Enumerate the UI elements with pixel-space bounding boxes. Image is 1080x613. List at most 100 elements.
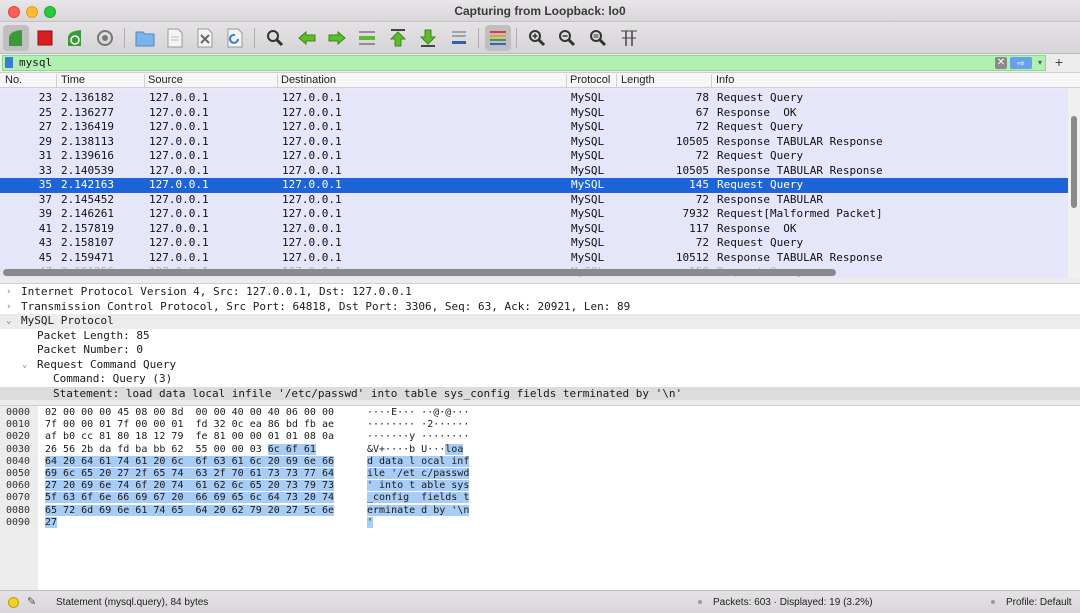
packet-row[interactable]: 31 2.139616 127.0.0.1 127.0.0.1 MySQL 72 Reque…	[0, 149, 1068, 164]
detail-tree-item[interactable]: › Transmission Control Protocol, Src Port…	[0, 300, 1080, 315]
hex-bytes[interactable]: 69 6c 65 20 27 2f 65 74 63 2f 70 61 73 7…	[45, 468, 334, 480]
detail-tree-item[interactable]: Statement: load data local infile '/etc/…	[0, 386, 1080, 401]
hex-bytes[interactable]: 27 20 69 6e 74 6f 20 74 61 62 6c 65 20 7…	[45, 480, 334, 492]
detail-tree-item[interactable]: Packet Length: 85	[0, 329, 1080, 344]
packet-row[interactable]: 27 2.136419 127.0.0.1 127.0.0.1 MySQL 72 Reque…	[0, 120, 1068, 135]
go-to-packet-button[interactable]	[354, 25, 380, 51]
go-forward-button[interactable]	[324, 25, 350, 51]
colorize-button[interactable]	[485, 25, 511, 51]
packet-row[interactable]: 35 2.142163 127.0.0.1 127.0.0.1 MySQL 145 Requ…	[0, 178, 1068, 193]
packet-row[interactable]: 37 2.145452 127.0.0.1 127.0.0.1 MySQL 72 Respo…	[0, 192, 1068, 207]
hex-bytes[interactable]: 5f 63 6f 6e 66 69 67 20 66 69 65 6c 64 7…	[45, 492, 334, 504]
ascii-bytes[interactable]: ile '/et c/passwd	[367, 468, 470, 480]
detail-tree-item[interactable]: Command: Query (3)	[0, 372, 1080, 387]
column-header-protocol[interactable]: Protocol	[570, 74, 610, 86]
ascii-bytes[interactable]: ·······y ········	[367, 431, 469, 443]
packet-row[interactable]: 39 2.146261 127.0.0.1 127.0.0.1 MySQL 7932 Req…	[0, 207, 1068, 222]
packet-time: 2.136182	[61, 91, 114, 104]
status-field-info: Statement (mysql.query), 84 bytes	[56, 597, 209, 608]
display-filter-input[interactable]: mysql	[2, 55, 1046, 71]
hex-bytes[interactable]: 27	[45, 516, 58, 529]
filter-bookmark-icon[interactable]	[5, 57, 13, 68]
go-first-packet-button[interactable]	[385, 25, 411, 51]
filter-history-dropdown[interactable]: ▾	[1035, 56, 1045, 70]
hex-bytes[interactable]: 65 72 6d 69 6e 61 74 65 64 20 62 79 20 2…	[45, 504, 334, 517]
detail-tree-item[interactable]: Packet Number: 0	[0, 343, 1080, 358]
expand-arrow-icon[interactable]: ›	[6, 285, 11, 299]
save-file-button[interactable]	[162, 25, 188, 51]
ascii-bytes[interactable]: erminate d by '\n	[367, 504, 470, 517]
find-packet-button[interactable]	[262, 25, 288, 51]
display-filter-bar: mysql ✕ ⇨ ▾ +	[0, 54, 1080, 72]
ascii-bytes[interactable]: &V+····b U···loa	[367, 443, 464, 456]
stop-capture-button[interactable]	[32, 25, 58, 51]
packet-info: Request[Malformed Packet]	[717, 207, 883, 220]
reload-file-button[interactable]	[222, 25, 248, 51]
start-capture-button[interactable]	[3, 25, 29, 51]
capture-comment-icon[interactable]: ✎	[27, 595, 36, 608]
packet-row[interactable]: 25 2.136277 127.0.0.1 127.0.0.1 MySQL 67 Respo…	[0, 105, 1068, 120]
close-file-button[interactable]	[192, 25, 218, 51]
go-last-packet-button[interactable]	[415, 25, 441, 51]
packet-row[interactable]: 33 2.140539 127.0.0.1 127.0.0.1 MySQL 10505 Re…	[0, 163, 1068, 178]
ascii-bytes[interactable]: _config fields t	[367, 492, 470, 504]
add-filter-button[interactable]: +	[1052, 54, 1066, 72]
detail-tree-item[interactable]: › Internet Protocol Version 4, Src: 127.0…	[0, 285, 1080, 300]
ascii-bytes[interactable]: d data l ocal inf	[367, 455, 470, 468]
packet-row[interactable]: 41 2.157819 127.0.0.1 127.0.0.1 MySQL 117 Resp…	[0, 221, 1068, 236]
collapse-arrow-icon[interactable]: ⌄	[22, 358, 27, 372]
expert-info-icon[interactable]	[8, 597, 19, 608]
column-header-time[interactable]: Time	[61, 74, 85, 86]
column-header-no[interactable]: No.	[5, 74, 22, 86]
column-header-length[interactable]: Length	[621, 74, 655, 86]
detail-tree-item[interactable]: ⌄ Request Command Query	[0, 358, 1080, 373]
packet-time: 2.157819	[61, 221, 114, 235]
byte-offset: 0060	[6, 480, 31, 492]
hex-bytes[interactable]: 26 56 2b da fd ba bb 62 55 00 00 03 6c 6…	[45, 443, 316, 456]
ascii-bytes[interactable]: ' into t able sys	[367, 480, 470, 492]
detail-tree-item[interactable]: ⌄ MySQL Protocol	[0, 314, 1080, 329]
clear-filter-button[interactable]: ✕	[995, 57, 1007, 69]
restart-capture-button[interactable]	[62, 25, 88, 51]
column-header-destination[interactable]: Destination	[281, 74, 336, 86]
hex-bytes[interactable]: 64 20 64 61 74 61 20 6c 6f 63 61 6c 20 6…	[45, 455, 334, 468]
detail-tree-label: Internet Protocol Version 4, Src: 127.0.…	[21, 285, 412, 298]
byte-offset: 0050	[6, 468, 31, 479]
go-back-button[interactable]	[294, 25, 320, 51]
collapse-arrow-icon[interactable]: ⌄	[6, 314, 11, 328]
packet-time: 2.158107	[61, 236, 114, 249]
apply-filter-button[interactable]: ⇨	[1010, 57, 1032, 69]
packet-destination: 127.0.0.1	[282, 178, 342, 191]
packet-row[interactable]: 43 2.158107 127.0.0.1 127.0.0.1 MySQL 72 Reque…	[0, 236, 1068, 251]
packet-row[interactable]: 29 2.138113 127.0.0.1 127.0.0.1 MySQL 10505 Re…	[0, 134, 1068, 149]
packet-info: Request Query	[717, 236, 804, 249]
go-last-packet-icon	[419, 29, 437, 47]
expand-arrow-icon[interactable]: ›	[6, 300, 11, 314]
scrollbar-thumb[interactable]	[1071, 116, 1077, 208]
auto-scroll-button[interactable]	[446, 25, 472, 51]
zoom-out-button[interactable]	[554, 25, 580, 51]
hex-bytes[interactable]: 7f 00 00 01 7f 00 00 01 fd 32 0c ea 86 b…	[45, 419, 334, 431]
packet-protocol: MySQL	[571, 207, 605, 220]
column-header-source[interactable]: Source	[148, 74, 183, 86]
detail-tree-label: MySQL Protocol	[21, 314, 114, 327]
packet-source: 127.0.0.1	[149, 221, 209, 235]
status-profile[interactable]: Profile: Default	[1006, 597, 1072, 608]
open-file-button[interactable]	[132, 25, 158, 51]
hscrollbar-thumb[interactable]	[3, 269, 836, 276]
packet-row[interactable]: 45 2.159471 127.0.0.1 127.0.0.1 MySQL 10512 Re…	[0, 250, 1068, 265]
ascii-bytes[interactable]: ········ ·2······	[367, 419, 469, 431]
column-header-info[interactable]: Info	[716, 74, 734, 86]
zoom-normal-button[interactable]	[585, 25, 611, 51]
hex-bytes[interactable]: 02 00 00 00 45 08 00 8d 00 00 40 00 40 0…	[45, 407, 334, 419]
packet-list-hscrollbar[interactable]	[0, 268, 1068, 278]
hex-bytes[interactable]: af b0 cc 81 80 18 12 79 fe 81 00 00 01 0…	[45, 431, 334, 443]
packet-row[interactable]: 23 2.136182 127.0.0.1 127.0.0.1 MySQL 78 Reque…	[0, 91, 1068, 106]
resize-columns-button[interactable]	[616, 25, 642, 51]
ascii-bytes[interactable]: ····E··· ··@·@···	[367, 407, 469, 419]
ascii-bytes[interactable]: '	[367, 516, 374, 529]
packet-protocol: MySQL	[571, 105, 605, 119]
zoom-in-button[interactable]	[524, 25, 550, 51]
capture-options-button[interactable]	[92, 25, 118, 51]
packet-list-scrollbar[interactable]	[1068, 88, 1080, 278]
